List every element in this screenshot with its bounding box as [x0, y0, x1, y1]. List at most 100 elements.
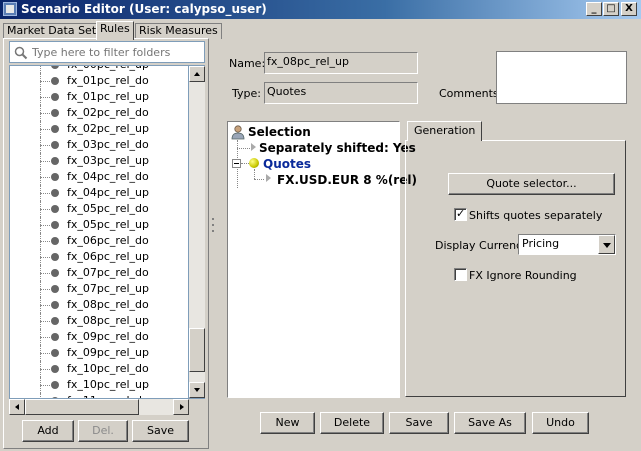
tree-item[interactable]: fx_07pc_rel_do	[10, 265, 188, 281]
filter-box[interactable]	[9, 41, 205, 63]
bullet-icon	[51, 109, 59, 117]
expand-arrow-icon	[251, 143, 256, 151]
filter-input[interactable]	[32, 44, 202, 60]
new-button[interactable]: New	[260, 412, 315, 434]
fx-ignore-rounding-label: FX Ignore Rounding	[469, 269, 577, 282]
tree-item[interactable]: fx_02pc_rel_do	[10, 105, 188, 121]
search-icon	[14, 46, 28, 60]
tree-item[interactable]: fx_08pc_rel_up	[10, 313, 188, 329]
bullet-icon	[51, 141, 59, 149]
tree-item[interactable]: fx_04pc_rel_do	[10, 169, 188, 185]
tab-market-data-sets[interactable]: Market Data Sets	[3, 23, 106, 39]
bullet-icon	[51, 77, 59, 85]
bullet-icon	[51, 237, 59, 245]
fx-ignore-rounding-checkbox[interactable]	[454, 268, 467, 281]
bullet-icon	[51, 285, 59, 293]
name-field[interactable]: fx_08pc_rel_up	[264, 52, 418, 74]
bullet-icon	[51, 66, 59, 69]
tree-item[interactable]: fx_06pc_rel_up	[10, 249, 188, 265]
tab-rules[interactable]: Rules	[96, 21, 134, 40]
delete-folder-button[interactable]: Del.	[78, 420, 128, 442]
save-left-button[interactable]: Save	[132, 420, 189, 442]
tree-item[interactable]: fx_04pc_rel_up	[10, 185, 188, 201]
tree-item[interactable]: fx_07pc_rel_up	[10, 281, 188, 297]
tree-horizontal-scrollbar[interactable]	[9, 399, 189, 415]
name-label: Name:	[229, 57, 266, 70]
scroll-down-button[interactable]	[189, 382, 205, 398]
bullet-icon	[51, 93, 59, 101]
bullet-icon	[51, 221, 59, 229]
scroll-left-button[interactable]	[9, 399, 25, 415]
arrow-right-icon	[180, 404, 184, 410]
selection-tree[interactable]: Selection Separately shifted: Yes Quotes…	[227, 121, 417, 398]
bullet-icon	[51, 317, 59, 325]
bullet-icon	[51, 189, 59, 197]
bullet-icon	[51, 269, 59, 277]
chevron-down-icon	[603, 243, 611, 248]
display-currency-select[interactable]: Pricing	[518, 234, 616, 255]
collapse-icon[interactable]	[232, 159, 241, 168]
splitter[interactable]	[210, 38, 216, 449]
tab-risk-measures[interactable]: Risk Measures	[135, 23, 222, 39]
tree-item[interactable]: fx_00pc_rel_up	[10, 66, 188, 73]
tree-item[interactable]: fx_02pc_rel_up	[10, 121, 188, 137]
checkmark-icon: ✓	[456, 207, 466, 220]
bullet-icon	[51, 253, 59, 261]
maximize-button[interactable]: □	[603, 2, 619, 16]
tree-item[interactable]: fx_09pc_rel_do	[10, 329, 188, 345]
tree-item[interactable]: fx_06pc_rel_do	[10, 233, 188, 249]
tree-item[interactable]: fx_10pc_rel_do	[10, 361, 188, 377]
display-currency-value: Pricing	[522, 237, 560, 250]
rules-tree[interactable]: fx_00pc_rel_up fx_01pc_rel_dofx_01pc_rel…	[9, 65, 189, 399]
comments-field[interactable]	[496, 51, 627, 104]
tree-item[interactable]: fx_09pc_rel_up	[10, 345, 188, 361]
bullet-icon	[51, 205, 59, 213]
shifts-separately-checkbox[interactable]: ✓	[454, 207, 467, 221]
quotes-icon	[249, 158, 259, 168]
type-label: Type:	[232, 87, 261, 100]
user-icon	[231, 125, 245, 140]
bullet-icon	[51, 301, 59, 309]
arrow-down-icon	[194, 388, 200, 392]
dropdown-button[interactable]	[598, 235, 615, 254]
title-bar: Scenario Editor (User: calypso_user) _ □…	[0, 0, 641, 19]
scroll-thumb[interactable]	[189, 328, 205, 372]
close-button[interactable]: X	[621, 2, 637, 16]
quote-item-node[interactable]: FX.USD.EUR 8 %(rel)	[277, 173, 417, 187]
tree-item[interactable]: fx_01pc_rel_up	[10, 89, 188, 105]
shifts-separately-label: Shifts quotes separately	[469, 209, 603, 222]
bullet-icon	[51, 349, 59, 357]
scroll-up-button[interactable]	[189, 66, 205, 82]
delete-button[interactable]: Delete	[320, 412, 384, 434]
tree-item[interactable]: fx_08pc_rel_do	[10, 297, 188, 313]
quotes-node[interactable]: Quotes	[263, 157, 311, 171]
undo-button[interactable]: Undo	[532, 412, 589, 434]
bullet-icon	[51, 333, 59, 341]
selection-node[interactable]: Selection	[248, 125, 311, 139]
bullet-icon	[51, 365, 59, 373]
tree-item[interactable]: fx_03pc_rel_do	[10, 137, 188, 153]
expand-arrow-icon	[266, 174, 271, 182]
comments-label: Comments:	[439, 87, 503, 100]
tab-generation[interactable]: Generation	[407, 121, 483, 141]
quote-selector-button[interactable]: Quote selector...	[448, 173, 615, 195]
save-as-button[interactable]: Save As	[454, 412, 526, 434]
minimize-button[interactable]: _	[586, 2, 602, 16]
app-icon	[3, 2, 17, 16]
tree-item[interactable]: fx_01pc_rel_do	[10, 73, 188, 89]
tree-item[interactable]: fx_10pc_rel_up	[10, 377, 188, 393]
tree-item[interactable]: fx_05pc_rel_up	[10, 217, 188, 233]
save-button[interactable]: Save	[389, 412, 449, 434]
display-currency-label: Display Currency	[435, 239, 529, 252]
separately-shifted-node[interactable]: Separately shifted: Yes	[259, 141, 416, 155]
tree-item[interactable]: fx_05pc_rel_do	[10, 201, 188, 217]
add-button[interactable]: Add	[22, 420, 74, 442]
tree-vertical-scrollbar[interactable]	[189, 65, 205, 399]
type-field[interactable]: Quotes	[264, 82, 418, 104]
bullet-icon	[51, 173, 59, 181]
tree-item[interactable]: fx_03pc_rel_up	[10, 153, 188, 169]
scroll-right-button[interactable]	[173, 399, 189, 415]
bullet-icon	[51, 157, 59, 165]
bullet-icon	[51, 381, 59, 389]
hscroll-thumb[interactable]	[25, 399, 139, 415]
